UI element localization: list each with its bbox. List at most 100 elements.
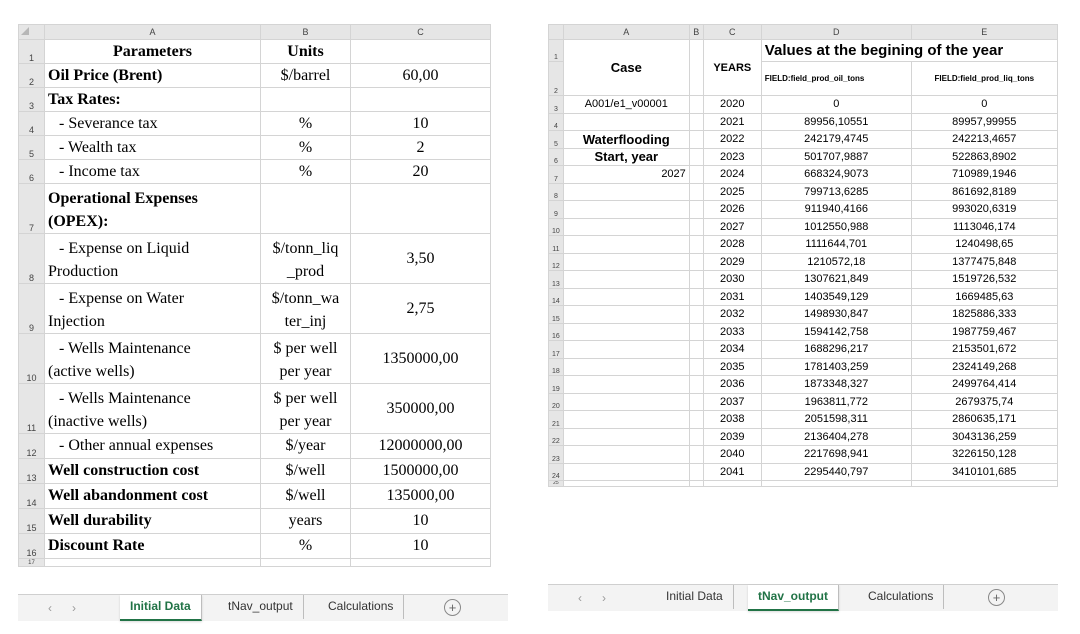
- cell-b11[interactable]: $ per well per year: [260, 383, 351, 434]
- tab-tnav-output[interactable]: tNav_output: [218, 595, 304, 619]
- row-number[interactable]: 1: [18, 39, 45, 64]
- waterflooding-year-cell[interactable]: 2027: [562, 165, 690, 184]
- empty-cell[interactable]: [688, 130, 704, 149]
- oil-prod-cell[interactable]: 799713,6285: [760, 182, 912, 201]
- row-number[interactable]: 11: [548, 235, 564, 254]
- liq-prod-cell[interactable]: 1240498,65: [910, 235, 1058, 254]
- tab-calculations[interactable]: Calculations: [318, 595, 405, 619]
- empty-cell[interactable]: [688, 305, 704, 324]
- cell-b10[interactable]: $ per well per year: [260, 333, 351, 384]
- values-title-cell[interactable]: Values at the begining of the year: [760, 39, 1058, 62]
- empty-cell[interactable]: [688, 287, 704, 306]
- year-cell[interactable]: 2028: [702, 235, 762, 254]
- empty-cell[interactable]: [688, 427, 704, 446]
- year-cell[interactable]: 2026: [702, 200, 762, 219]
- row-number[interactable]: 5: [548, 130, 564, 149]
- cell-a6[interactable]: - Income tax: [44, 159, 261, 184]
- liq-prod-cell[interactable]: 1377475,848: [910, 252, 1058, 271]
- cell-b5[interactable]: %: [260, 135, 351, 160]
- liq-prod-cell[interactable]: 89957,99955: [910, 112, 1058, 131]
- years-header-cell[interactable]: YEARS: [702, 39, 762, 96]
- year-cell[interactable]: 2035: [702, 357, 762, 376]
- year-cell[interactable]: 2022: [702, 130, 762, 149]
- column-header-e[interactable]: E: [910, 24, 1058, 40]
- row-number[interactable]: 6: [548, 147, 564, 166]
- liq-prod-cell[interactable]: 2860635,171: [910, 410, 1058, 429]
- oil-prod-cell[interactable]: 2295440,797: [760, 462, 912, 481]
- cell-a2[interactable]: Oil Price (Brent): [44, 63, 261, 88]
- row-number[interactable]: 5: [18, 135, 45, 160]
- oil-prod-cell[interactable]: 1210572,18: [760, 252, 912, 271]
- empty-cell[interactable]: [562, 375, 690, 394]
- column-header-b[interactable]: B: [260, 24, 351, 40]
- liq-prod-cell[interactable]: 2324149,268: [910, 357, 1058, 376]
- cell-a1[interactable]: Parameters: [44, 39, 261, 64]
- oil-prod-cell[interactable]: 1873348,327: [760, 375, 912, 394]
- year-cell[interactable]: 2033: [702, 322, 762, 341]
- cell-b7[interactable]: [260, 183, 351, 234]
- empty-cell[interactable]: [562, 427, 690, 446]
- tab-initial-data[interactable]: Initial Data: [656, 585, 734, 609]
- year-cell[interactable]: 2039: [702, 427, 762, 446]
- empty-cell[interactable]: [562, 445, 690, 464]
- row-number[interactable]: 17: [548, 340, 564, 359]
- column-header-a[interactable]: A: [562, 24, 690, 40]
- cell-a3[interactable]: Tax Rates:: [44, 87, 261, 112]
- row-number[interactable]: 1: [548, 39, 564, 62]
- empty-cell[interactable]: [562, 340, 690, 359]
- cell-c14[interactable]: 135000,00: [350, 483, 491, 509]
- cell-b6[interactable]: %: [260, 159, 351, 184]
- cell-b14[interactable]: $/well: [260, 483, 351, 509]
- liq-prod-cell[interactable]: 2679375,74: [910, 392, 1058, 411]
- oil-prod-cell[interactable]: 1594142,758: [760, 322, 912, 341]
- row-number[interactable]: 10: [18, 333, 45, 384]
- row-number[interactable]: 8: [548, 182, 564, 201]
- empty-cell[interactable]: [688, 375, 704, 394]
- plus-circle-icon[interactable]: +: [444, 599, 461, 616]
- empty-cell[interactable]: [688, 165, 704, 184]
- row-number[interactable]: 4: [548, 112, 564, 131]
- row-number[interactable]: 3: [548, 95, 564, 114]
- row-number[interactable]: 20: [548, 392, 564, 411]
- empty-cell[interactable]: [688, 200, 704, 219]
- cell-a15[interactable]: Well durability: [44, 508, 261, 534]
- case-value-cell[interactable]: A001/e1_v00001: [562, 95, 690, 114]
- row-number[interactable]: 6: [18, 159, 45, 184]
- cell-b15[interactable]: years: [260, 508, 351, 534]
- row-number[interactable]: 21: [548, 410, 564, 429]
- empty-cell[interactable]: [688, 410, 704, 429]
- row-number[interactable]: 4: [18, 111, 45, 136]
- cell-c7[interactable]: [350, 183, 491, 234]
- liq-prod-cell[interactable]: 522863,8902: [910, 147, 1058, 166]
- row-number[interactable]: 10: [548, 217, 564, 236]
- year-cell[interactable]: 2023: [702, 147, 762, 166]
- row-number[interactable]: 14: [18, 483, 45, 509]
- liq-prod-cell[interactable]: 3226150,128: [910, 445, 1058, 464]
- oil-prod-cell[interactable]: 1403549,129: [760, 287, 912, 306]
- row-number[interactable]: 9: [548, 200, 564, 219]
- oil-prod-cell[interactable]: 1498930,847: [760, 305, 912, 324]
- cell-c4[interactable]: 10: [350, 111, 491, 136]
- empty-cell[interactable]: [562, 322, 690, 341]
- liq-prod-cell[interactable]: 242213,4657: [910, 130, 1058, 149]
- cell-b17[interactable]: [260, 558, 351, 567]
- empty-cell[interactable]: [688, 322, 704, 341]
- cell-c11[interactable]: 350000,00: [350, 383, 491, 434]
- cell-b12[interactable]: $/year: [260, 433, 351, 459]
- liq-column-header[interactable]: FIELD:field_prod_liq_tons: [910, 61, 1058, 96]
- empty-cell[interactable]: [562, 462, 690, 481]
- empty-cell[interactable]: [688, 235, 704, 254]
- oil-prod-cell[interactable]: 1307621,849: [760, 270, 912, 289]
- select-all-corner[interactable]: [18, 24, 45, 40]
- year-cell[interactable]: 2037: [702, 392, 762, 411]
- tab-initial-data[interactable]: Initial Data: [120, 595, 202, 621]
- cell-c12[interactable]: 12000000,00: [350, 433, 491, 459]
- row-number[interactable]: 12: [18, 433, 45, 459]
- empty-cell[interactable]: [688, 340, 704, 359]
- row-number[interactable]: 25: [548, 480, 564, 487]
- oil-prod-cell[interactable]: 89956,10551: [760, 112, 912, 131]
- row-number[interactable]: 16: [18, 533, 45, 559]
- year-cell[interactable]: 2029: [702, 252, 762, 271]
- empty-cell[interactable]: [688, 445, 704, 464]
- cell-a7[interactable]: Operational Expenses (OPEX):: [44, 183, 261, 234]
